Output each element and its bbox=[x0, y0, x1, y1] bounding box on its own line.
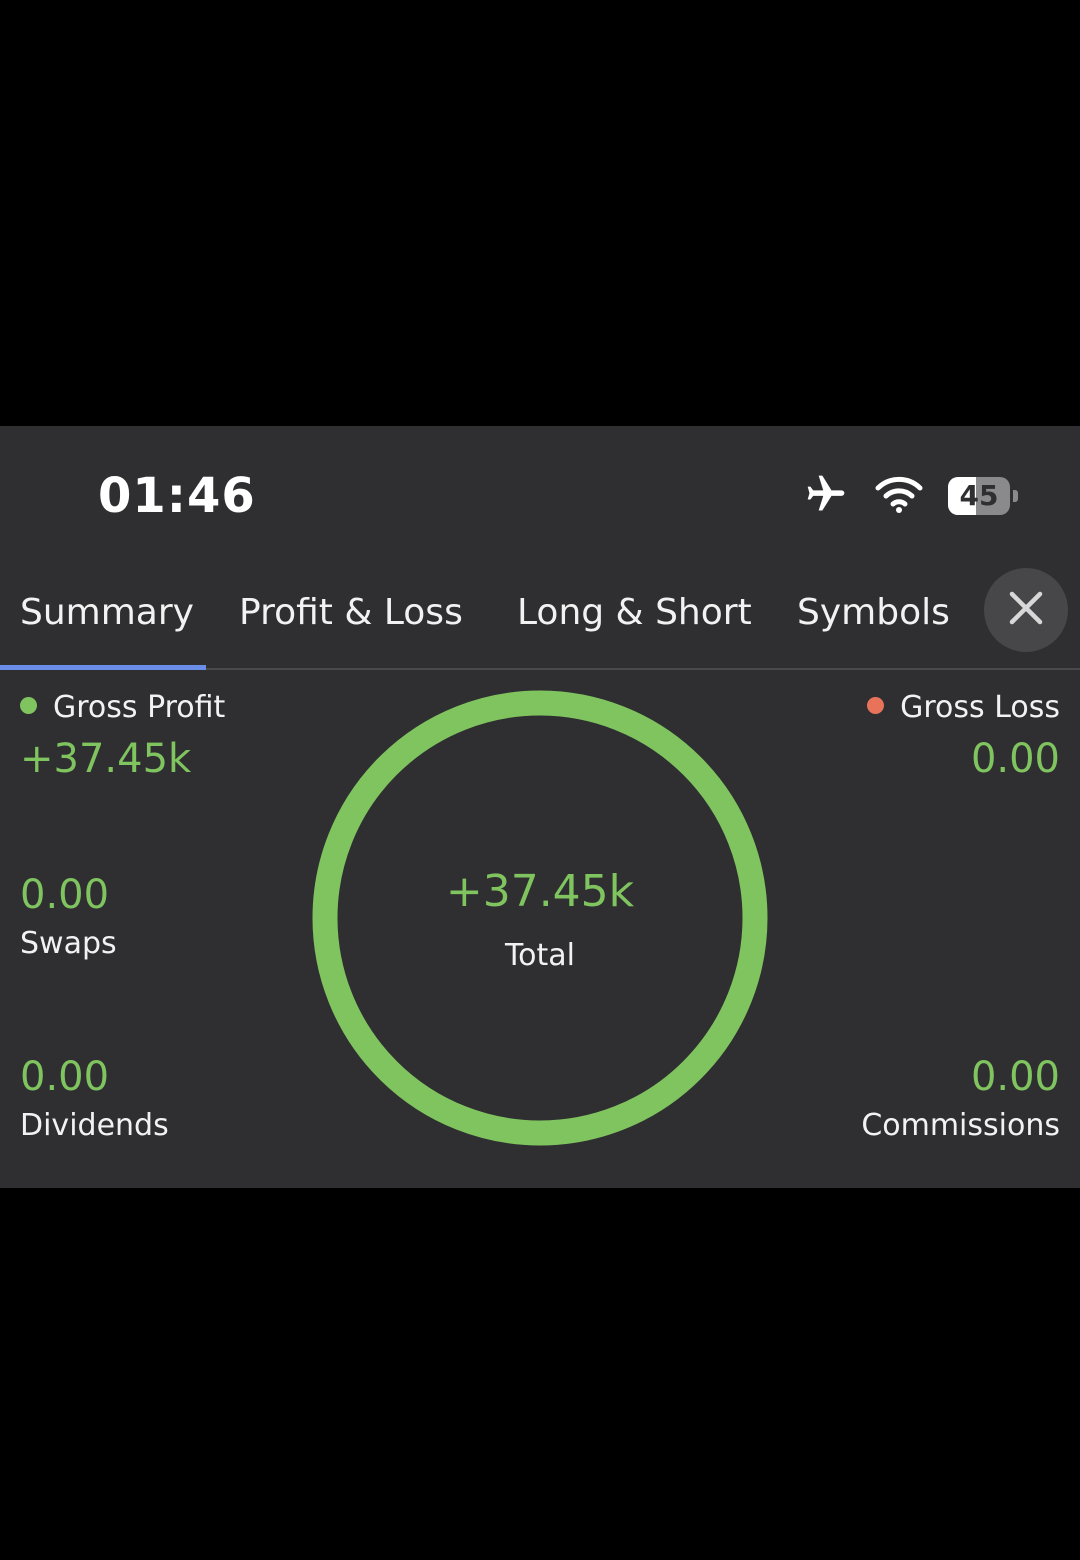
close-icon bbox=[1006, 588, 1046, 632]
battery-level: 45 bbox=[959, 479, 999, 512]
gross-loss-value: 0.00 bbox=[970, 736, 1060, 782]
swaps-value: 0.00 bbox=[20, 872, 110, 918]
battery-icon: 45 bbox=[948, 477, 1018, 515]
gross-profit-label: Gross Profit bbox=[20, 688, 225, 728]
tab-long-short[interactable]: Long & Short bbox=[517, 590, 752, 636]
gross-loss-dot bbox=[867, 697, 885, 714]
battery-body: 45 bbox=[948, 477, 1010, 515]
dividends-label: Dividends bbox=[20, 1108, 169, 1143]
close-button[interactable] bbox=[984, 568, 1068, 652]
airplane-icon bbox=[802, 472, 850, 520]
gross-profit-dot bbox=[20, 697, 37, 714]
commissions-label: Commissions bbox=[861, 1108, 1060, 1143]
tab-symbols[interactable]: Symbols bbox=[797, 590, 950, 636]
gross-loss-stat: Gross Loss 0.00 bbox=[867, 688, 1060, 784]
total-label: Total bbox=[504, 938, 576, 973]
tab-profit-loss[interactable]: Profit & Loss bbox=[239, 590, 463, 636]
swaps-label: Swaps bbox=[20, 926, 117, 961]
dividends-stat: 0.00 Dividends bbox=[20, 1052, 169, 1146]
total-value: +37.45k bbox=[445, 866, 635, 917]
status-icons: 45 bbox=[802, 470, 1018, 522]
gross-loss-label: Gross Loss bbox=[867, 688, 1060, 728]
battery-cap bbox=[1013, 490, 1018, 502]
tab-summary[interactable]: Summary bbox=[20, 590, 194, 636]
tab-bar: Summary Profit & Loss Long & Short Symbo… bbox=[0, 568, 1080, 670]
status-time: 01:46 bbox=[98, 468, 256, 524]
wifi-icon bbox=[874, 474, 924, 518]
app-screen: 01:46 45 Summary Profit & Loss Long & Sh… bbox=[0, 426, 1080, 1188]
dividends-value: 0.00 bbox=[20, 1054, 110, 1100]
commissions-value: 0.00 bbox=[970, 1054, 1060, 1100]
gross-profit-stat: Gross Profit +37.45k bbox=[20, 688, 225, 784]
total-ring-chart bbox=[312, 690, 768, 1146]
total-ring bbox=[312, 690, 768, 1146]
commissions-stat: 0.00 Commissions bbox=[861, 1052, 1060, 1146]
swaps-stat: 0.00 Swaps bbox=[20, 870, 117, 964]
gross-profit-value: +37.45k bbox=[20, 736, 192, 782]
active-tab-indicator bbox=[0, 665, 206, 670]
